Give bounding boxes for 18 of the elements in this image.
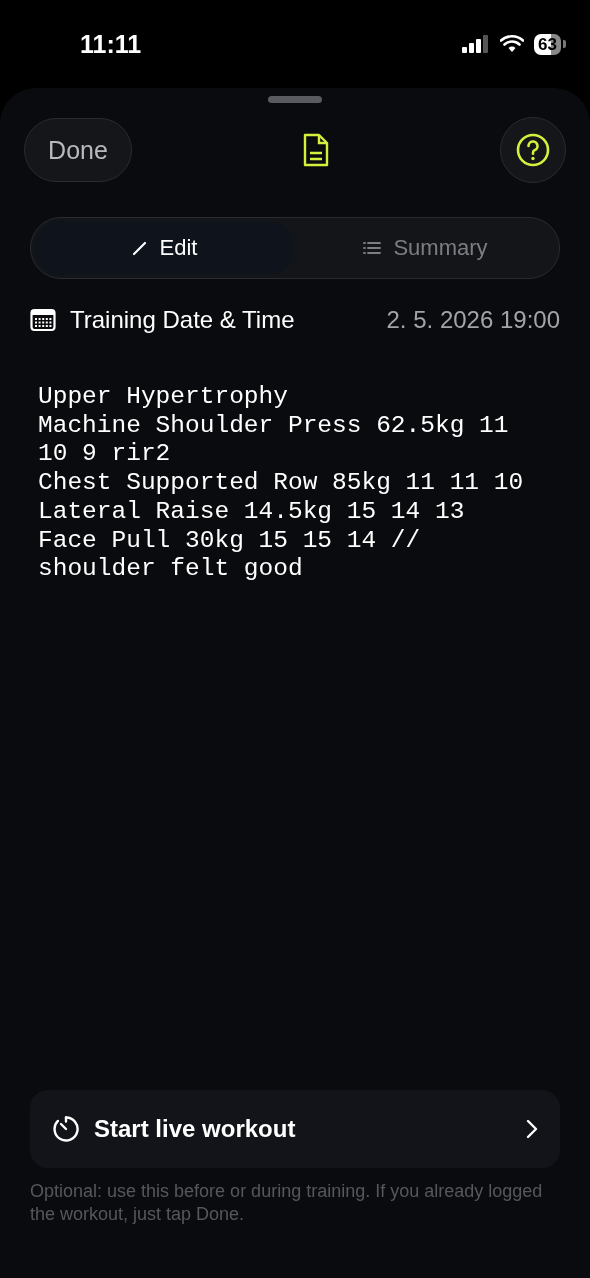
stopwatch-icon — [52, 1115, 80, 1143]
date-time-label: Training Date & Time — [70, 306, 296, 334]
live-workout-hint: Optional: use this before or during training. If you already logged the workout, just tap Done. — [30, 1180, 544, 1226]
wifi-icon — [500, 35, 525, 53]
pencil-icon — [131, 240, 148, 256]
date-time-value[interactable]: 2. 5. 2026 19:00 — [386, 306, 560, 334]
calendar-icon — [30, 308, 56, 332]
document-icon — [302, 133, 330, 167]
mode-tab[interactable]: Summary — [295, 221, 556, 275]
chevron-right-icon — [526, 1119, 538, 1139]
workout-notes-field[interactable]: Upper Hypertrophy Machine Shoulder Press 62.5kg 11 10 9 rir2 Chest Supported Row 85kg 11 11 10 Lateral Raise 14.5kg 15 14 13 Face Pull 30kg 15 15 14 // shoulder felt good — [38, 383, 544, 584]
start-live-workout-button[interactable]: Start live workout — [30, 1090, 560, 1168]
done-button[interactable]: Done — [24, 118, 132, 182]
list-icon — [363, 241, 382, 255]
mode-tab[interactable]: Edit — [34, 221, 295, 275]
status-time: 11:11 — [80, 29, 142, 59]
help-icon — [516, 133, 550, 167]
signal-icon — [462, 35, 491, 53]
